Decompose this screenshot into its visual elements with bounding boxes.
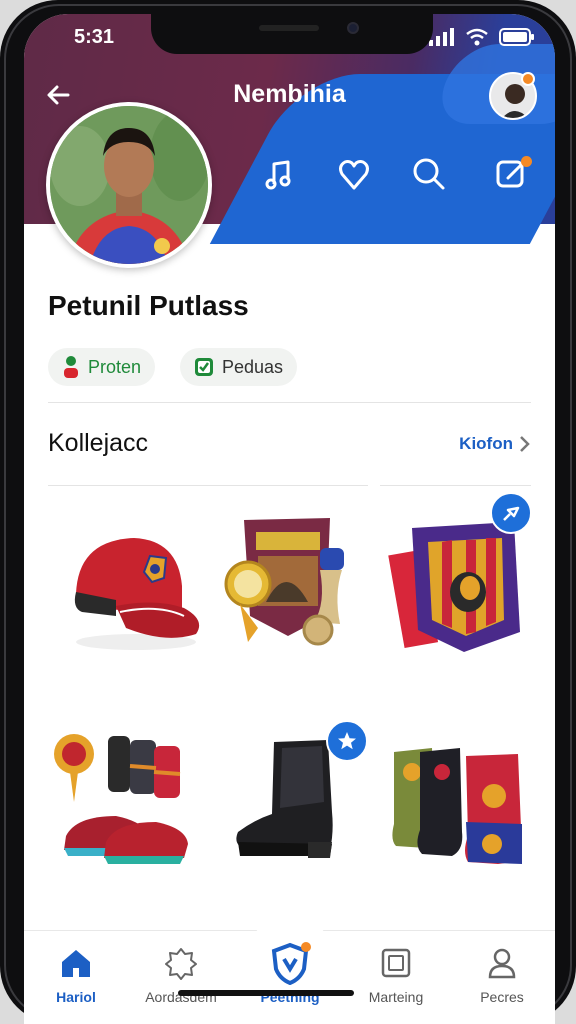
signal-icon — [429, 28, 454, 46]
nav-home[interactable]: Hariol — [26, 943, 126, 1005]
divider — [48, 402, 531, 403]
nav-label: Hariol — [56, 989, 96, 1005]
star-icon — [338, 732, 356, 750]
edit-notification-dot — [521, 156, 532, 167]
chip-peduas[interactable]: Peduas — [180, 348, 298, 386]
collection-item-boot[interactable] — [224, 732, 384, 912]
shield-icon — [271, 942, 311, 985]
pin-icon — [503, 506, 520, 521]
player-portrait — [50, 106, 208, 264]
wifi-icon — [466, 28, 488, 46]
chip-proten[interactable]: Proten — [48, 348, 156, 386]
collection-item-pennant[interactable] — [382, 512, 542, 692]
profile-photo — [50, 106, 208, 264]
sneakers-image — [54, 734, 188, 864]
profile-name: Petunil Putlass — [48, 290, 249, 321]
collection-more-link[interactable]: Kiofon — [459, 434, 531, 454]
battery-icon — [499, 28, 534, 46]
divider — [48, 485, 368, 486]
check-square-icon — [195, 358, 213, 376]
phone-frame: 5:31 Nembihia Petunil Putlass Proten Ped… — [0, 0, 576, 1024]
search-icon[interactable] — [409, 154, 449, 194]
front-camera — [347, 22, 359, 34]
music-note-icon[interactable] — [260, 154, 300, 194]
chip-label: Proten — [88, 356, 142, 377]
screen: 5:31 Nembihia Petunil Putlass Proten Ped… — [24, 14, 555, 1024]
item-badge-star[interactable] — [326, 720, 368, 762]
collection-item-cap[interactable] — [56, 512, 216, 692]
bottom-navigation: Hariol Aordasdem Peething Marteing Pecre… — [24, 913, 555, 1024]
status-time: 5:31 — [74, 26, 115, 48]
cap-image — [74, 538, 200, 650]
collection-title: Kollejacc — [48, 429, 149, 457]
notch-speaker — [259, 25, 319, 31]
more-label: Kiofon — [459, 434, 513, 453]
home-icon — [62, 950, 90, 977]
chip-label: Peduas — [222, 356, 284, 377]
notification-dot — [521, 72, 535, 86]
profile-avatar[interactable] — [46, 102, 212, 268]
nav-profile[interactable]: Pecres — [452, 943, 552, 1005]
heart-shield-icon[interactable] — [334, 154, 374, 194]
collection-item-medals[interactable] — [214, 512, 374, 692]
collection-item-colored-boots[interactable] — [386, 732, 546, 912]
divider — [380, 485, 531, 486]
page-title: Nembihia — [233, 80, 346, 108]
person-status-icon — [64, 356, 78, 378]
item-badge-pin[interactable] — [490, 492, 532, 534]
square-frame-icon — [381, 948, 411, 978]
person-icon — [488, 948, 516, 979]
pennant-image — [388, 522, 520, 652]
phone-notch — [151, 14, 433, 54]
chevron-right-icon — [520, 436, 530, 452]
boot-image — [236, 740, 333, 858]
home-indicator[interactable] — [178, 990, 354, 996]
status-icons — [429, 28, 535, 46]
nav-label: Pecres — [480, 989, 524, 1005]
nav-label: Marteing — [368, 989, 424, 1005]
colored-boots-image — [392, 748, 522, 864]
medal-set-image — [224, 518, 344, 646]
nav-marketing[interactable]: Marteing — [346, 943, 446, 1005]
badge-icon — [165, 948, 197, 980]
collection-item-sneakers[interactable] — [46, 732, 206, 912]
